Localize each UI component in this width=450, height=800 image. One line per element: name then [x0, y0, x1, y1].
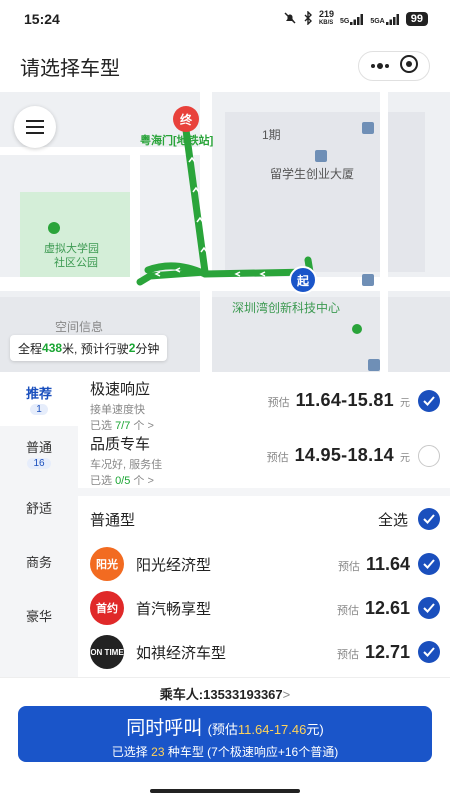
poi-phase1: 1期 [262, 128, 281, 142]
option-fast-response[interactable]: 极速响应 接单速度快 已选 7/7 个 > 预估 11.64-15.81 元 [78, 372, 450, 432]
checkbox-checked-icon[interactable] [418, 597, 440, 619]
section-divider [78, 488, 450, 496]
mute-icon [283, 11, 297, 28]
signal-icon: 5G [340, 13, 364, 25]
car-option[interactable]: ON TIME 如祺经济车型 预估 12.71 [78, 630, 450, 674]
chevron-right-icon: > [282, 687, 291, 702]
select-all-toggle[interactable]: 全选 [378, 508, 440, 530]
status-icons: 219 KB/S 5G 5GA 99 [283, 10, 428, 28]
shouyue-logo-icon: 首约 [90, 591, 124, 625]
checkbox-checked-icon[interactable] [418, 390, 440, 412]
sunshine-logo-icon: 阳光 [90, 547, 124, 581]
bluetooth-icon [303, 9, 313, 28]
close-capsule-icon[interactable] [399, 54, 419, 79]
tab-badge: 16 [27, 458, 51, 469]
tab-luxury[interactable]: 豪华 [0, 588, 78, 642]
car-option[interactable]: 首约 首汽畅享型 预估 12.61 [78, 586, 450, 630]
route-summary: 全程 438 米, 预计行驶 2 分钟 [10, 335, 168, 361]
price-estimate: 预估 11.64 [337, 554, 410, 574]
poi-startup: 留学生创业大厦 [270, 167, 355, 181]
page-title: 请选择车型 [20, 57, 120, 80]
hamburger-icon [26, 120, 44, 134]
price-estimate: 预估 12.61 [336, 598, 410, 618]
checkbox-checked-icon[interactable] [418, 641, 440, 663]
end-marker: 终 [173, 106, 199, 132]
poi-park: 虚拟大学园 社区公园 [44, 243, 99, 269]
ontime-logo-icon: ON TIME [90, 635, 124, 669]
passenger-selector[interactable]: 乘车人:13533193367> [0, 684, 450, 703]
price-estimate: 预估 14.95-18.14 元 [266, 445, 410, 465]
tab-normal[interactable]: 普通 16 [0, 426, 78, 480]
option-premium-car[interactable]: 品质专车 车况好, 服务佳 已选 0/5 个 > 预估 14.95-18.14 … [78, 427, 450, 487]
call-button[interactable]: 同时呼叫 (预估11.64-17.46元) 已选择 23 种车型 (7个极速响应… [18, 706, 432, 762]
status-time: 15:24 [24, 11, 60, 27]
metro-label: 粤海门[地铁站] [140, 135, 214, 147]
more-icon[interactable] [369, 57, 391, 75]
tab-comfort[interactable]: 舒适 [0, 480, 78, 534]
net-speed: 219 KB/S [318, 9, 334, 27]
signal-icon-2: 5GA [370, 13, 399, 25]
status-bar: 15:24 219 KB/S 5G 5GA 99 [0, 0, 450, 38]
tab-business[interactable]: 商务 [0, 534, 78, 588]
poi-space: 空间信息 [55, 320, 104, 334]
checkbox-unchecked-icon[interactable] [418, 445, 440, 467]
tab-badge: 1 [30, 404, 48, 415]
page-header: 请选择车型 [0, 38, 450, 94]
miniprogram-capsule [358, 51, 430, 81]
selected-count-link[interactable]: 已选 0/5 个 > [90, 472, 440, 488]
battery-icon: 99 [405, 12, 428, 26]
group-header-normal: 普通型 全选 [78, 496, 450, 542]
checkbox-checked-icon[interactable] [418, 508, 440, 530]
price-estimate: 预估 12.71 [336, 642, 410, 662]
poi-innov: 深圳湾创新科技中心 [232, 301, 341, 315]
price-estimate: 预估 11.64-15.81 元 [267, 390, 410, 410]
checkbox-checked-icon[interactable] [418, 553, 440, 575]
route-map[interactable]: 粤海门[地铁站] 1期 留学生创业大厦 虚拟大学园 社区公园 空间信息 深圳湾创… [0, 92, 450, 374]
bottom-bar: 乘车人:13533193367> 同时呼叫 (预估11.64-17.46元) 已… [0, 677, 450, 800]
car-type-list: 极速响应 接单速度快 已选 7/7 个 > 预估 11.64-15.81 元 品… [78, 372, 450, 677]
start-marker: 起 [289, 266, 317, 294]
category-sidebar: 推荐 1 普通 16 舒适 商务 豪华 [0, 372, 78, 677]
map-menu-button[interactable] [14, 106, 56, 148]
car-option[interactable]: 阳光 阳光经济型 预估 11.64 [78, 542, 450, 586]
home-indicator[interactable] [150, 789, 300, 793]
tab-recommend[interactable]: 推荐 1 [0, 372, 78, 426]
